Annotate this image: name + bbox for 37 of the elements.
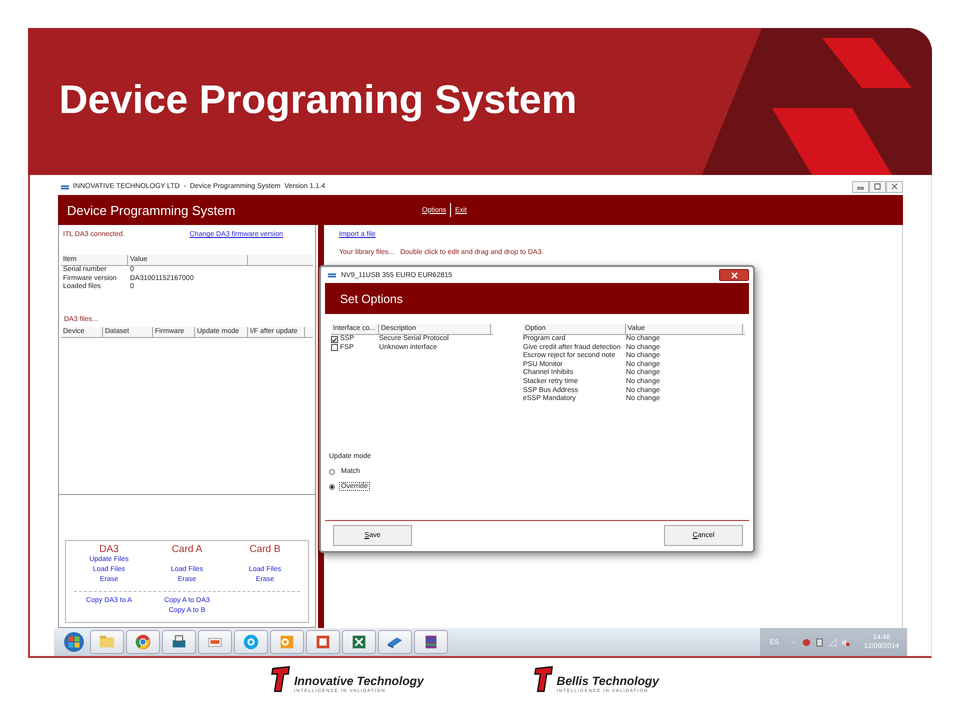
maximize-icon (873, 183, 882, 190)
taskbar-button[interactable] (126, 630, 160, 654)
taskbar-button[interactable] (306, 630, 340, 654)
app-title: Device Programming System (67, 202, 236, 218)
t-logo-icon (534, 666, 554, 693)
group-title: Card A (172, 544, 202, 555)
close-button[interactable] (719, 269, 749, 281)
logo-name: Innovative Technology (294, 674, 424, 688)
taskbar-button[interactable] (378, 630, 412, 654)
slide-title: Device Programing System (59, 78, 577, 123)
close-icon (890, 183, 899, 190)
windows-logo-icon (63, 631, 85, 653)
browser-icon (134, 633, 152, 651)
taskbar-button[interactable] (414, 630, 448, 654)
spreadsheet-icon (350, 633, 368, 651)
app-icon (327, 271, 337, 279)
close-icon (730, 272, 738, 278)
group-title: DA3 (99, 544, 119, 555)
taskbar-button[interactable] (198, 630, 232, 654)
presentation-icon (314, 633, 332, 651)
close-button[interactable] (886, 180, 903, 192)
radio-button[interactable] (329, 484, 335, 490)
maximize-button[interactable] (869, 180, 886, 192)
checkbox[interactable] (331, 336, 338, 343)
shield-icon[interactable] (802, 638, 811, 646)
checkbox[interactable] (331, 344, 338, 352)
minimize-button[interactable] (852, 180, 869, 192)
speaker-icon[interactable] (840, 638, 850, 646)
logo-name: Bellis Technology (556, 674, 659, 688)
app-icon (60, 182, 70, 190)
checkmark-icon (332, 336, 337, 343)
radio-button[interactable] (329, 468, 335, 474)
t-logo-icon (271, 666, 292, 693)
taskbar-button[interactable] (342, 630, 376, 654)
taskbar-button[interactable] (162, 630, 196, 654)
group-title: Card B (249, 544, 281, 555)
dialog-heading: Set Options (340, 292, 403, 306)
